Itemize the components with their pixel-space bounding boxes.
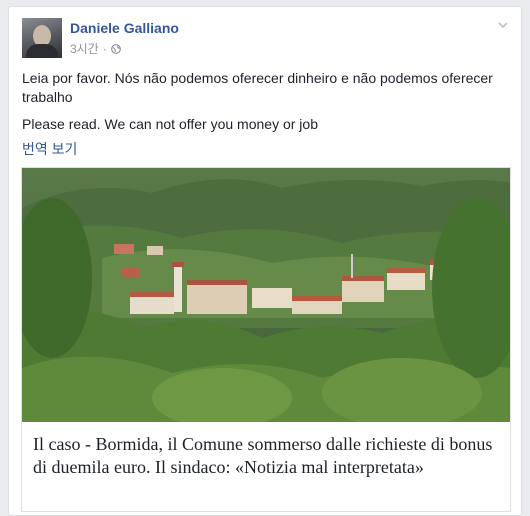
post-card: Daniele Galliano 3시간 · Leia por favor. N… bbox=[8, 6, 522, 516]
post-text-english: Please read. We can not offer you money … bbox=[22, 116, 318, 132]
author-name[interactable]: Daniele Galliano bbox=[70, 20, 179, 36]
chevron-down-icon[interactable] bbox=[497, 19, 509, 31]
see-translation-link[interactable]: 번역 보기 bbox=[22, 139, 77, 159]
avatar[interactable] bbox=[22, 18, 62, 58]
avatar-body bbox=[26, 44, 58, 58]
post-meta: 3시간 · bbox=[70, 40, 121, 57]
link-headline[interactable]: Il caso - Bormida, il Comune sommerso da… bbox=[33, 433, 503, 479]
post-timestamp[interactable]: 3시간 bbox=[70, 40, 99, 57]
link-preview-image[interactable] bbox=[22, 168, 511, 422]
post-text-portuguese: Leia por favor. Nós não podemos oferecer… bbox=[22, 70, 493, 105]
shared-link-card[interactable]: Il caso - Bormida, il Comune sommerso da… bbox=[21, 167, 511, 512]
globe-icon[interactable] bbox=[110, 43, 121, 54]
post-text: Leia por favor. Nós não podemos oferecer… bbox=[22, 69, 512, 142]
